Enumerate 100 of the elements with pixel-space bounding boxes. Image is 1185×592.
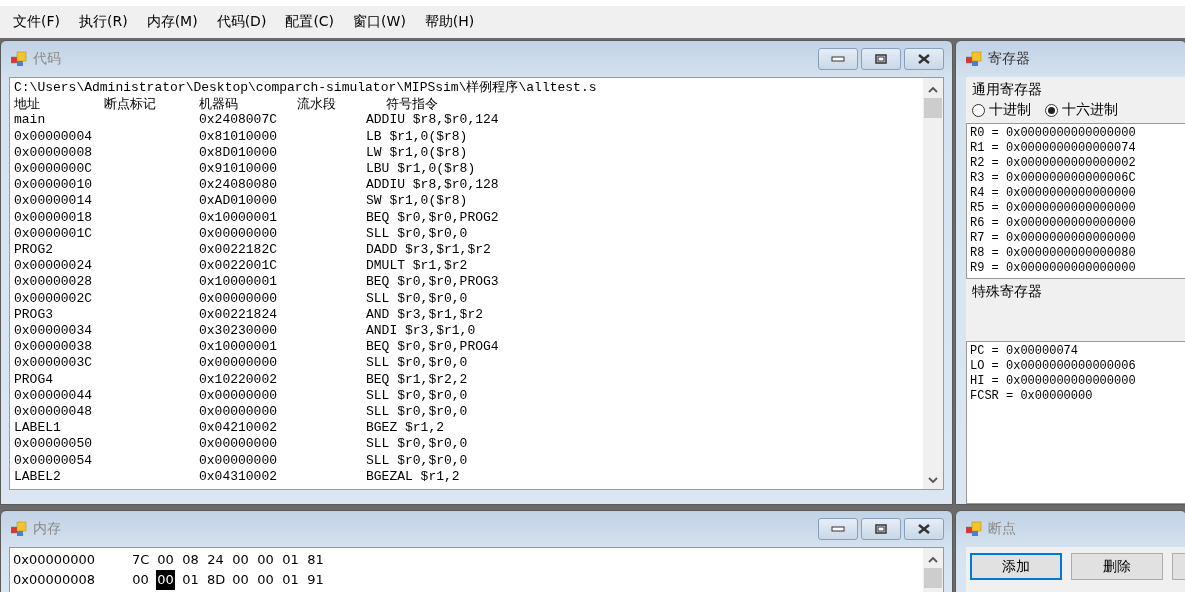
memory-byte[interactable]: 24 (206, 550, 225, 570)
menu-item[interactable]: 帮助(H) (417, 13, 487, 31)
close-button[interactable] (904, 48, 944, 70)
column-header: 断点标记 (104, 96, 157, 113)
breakpoint-button[interactable]: 删除 (1071, 553, 1163, 580)
memory-byte[interactable]: 00 (256, 570, 275, 590)
address-cell-text: 0x00000034 (14, 323, 93, 340)
address-cell-text: PROG3 (14, 306, 54, 324)
maximize-button[interactable] (861, 518, 901, 540)
maximize-button[interactable] (861, 48, 901, 70)
address-cell-text: LABEL1 (14, 420, 62, 437)
app-icon (11, 521, 27, 537)
instruction-cell-text: AND $r3,$r1,$r2 (366, 306, 485, 324)
instruction-cell-text: SLL $r0,$r0,0 (366, 225, 469, 243)
minimize-icon (831, 525, 845, 533)
scroll-thumb[interactable] (924, 568, 942, 588)
address-cell-text: 0x0000001C (14, 225, 93, 243)
memory-byte[interactable]: 08 (181, 550, 200, 570)
address-cell-text: 0x00000024 (14, 258, 93, 275)
scrollbar[interactable] (923, 548, 943, 592)
maximize-icon (875, 54, 887, 64)
memory-byte[interactable]: 7C (131, 550, 150, 570)
minimize-button[interactable] (818, 518, 858, 540)
memory-byte[interactable]: 01 (281, 570, 300, 590)
menu-item[interactable]: 内存(M) (139, 13, 210, 31)
memory-byte[interactable]: 00 (156, 570, 175, 590)
machine-code-cell-text: 0x00000000 (199, 436, 278, 453)
close-icon (917, 524, 931, 534)
memory-byte[interactable]: 00 (231, 570, 250, 590)
machine-code-cell-text: 0x04310002 (199, 468, 278, 486)
memory-byte[interactable]: 81 (306, 550, 325, 570)
address-cell-text: 0x00000038 (14, 339, 93, 356)
breakpoint-button[interactable]: 添加 (970, 553, 1062, 580)
memory-byte[interactable]: 00 (256, 550, 275, 570)
memory-address: 0x00000000 (13, 551, 97, 569)
maximize-icon (875, 524, 887, 534)
machine-code-cell-text: 0x00000000 (199, 290, 278, 307)
address-cell-text: 0x00000004 (14, 128, 93, 145)
register-value: LO = 0x0000000000000006 (970, 359, 1137, 374)
close-icon (917, 54, 931, 64)
register-value: R9 = 0x0000000000000000 (970, 261, 1137, 276)
column-header: 地址 (14, 96, 41, 113)
instruction-cell-text: LBU $r1,0($r8) (366, 161, 477, 178)
minimize-button[interactable] (818, 48, 858, 70)
memory-byte[interactable]: 01 (281, 550, 300, 570)
radio-button[interactable]: 十六进制 (1045, 101, 1118, 119)
address-cell-text: 0x00000010 (14, 177, 93, 194)
machine-code-cell-text: 0x00000000 (199, 355, 278, 372)
instruction-cell-text: LB $r1,0($r8) (366, 128, 469, 145)
register-value: HI = 0x0000000000000000 (970, 374, 1137, 389)
address-cell-text: 0x00000014 (14, 193, 93, 210)
instruction-cell-text: ADDIU $r8,$r0,124 (366, 112, 500, 129)
app-icon (11, 51, 27, 67)
memory-byte[interactable]: 01 (181, 570, 200, 590)
memory-byte[interactable]: 8D (206, 570, 225, 590)
machine-code-cell-text: 0x00000000 (199, 225, 278, 243)
machine-code-cell-text: 0x04210002 (199, 420, 278, 437)
chevron-up-icon[interactable] (928, 86, 938, 93)
address-cell-text: PROG2 (14, 242, 54, 259)
menu-item[interactable]: 配置(C) (278, 13, 347, 31)
instruction-cell-text: SLL $r0,$r0,0 (366, 436, 469, 453)
chevron-down-icon[interactable] (928, 477, 938, 484)
instruction-cell-text: BEQ $r0,$r0,PROG2 (366, 209, 500, 226)
memory-byte[interactable]: 00 (231, 550, 250, 570)
instruction-cell-text: BEQ $r0,$r0,PROG4 (366, 339, 500, 356)
address-cell-text: LABEL2 (14, 468, 62, 486)
window-title: 断点 (988, 520, 1017, 538)
close-button[interactable] (904, 518, 944, 540)
register-value: R7 = 0x0000000000000000 (970, 231, 1137, 246)
menu-item[interactable]: 窗口(W) (346, 13, 418, 31)
memory-byte[interactable]: 91 (306, 570, 325, 590)
machine-code-cell-text: 0x8D010000 (199, 144, 278, 161)
address-cell-text: 0x00000048 (14, 404, 93, 421)
machine-code-cell-text: 0x00000000 (199, 404, 278, 421)
machine-code-cell-text: 0x91010000 (199, 161, 278, 178)
instruction-cell-text: ANDI $r3,$r1,0 (366, 323, 477, 340)
chevron-up-icon[interactable] (928, 556, 938, 563)
scroll-thumb[interactable] (924, 98, 942, 118)
window-title: 寄存器 (988, 50, 1031, 68)
file-path: C:\Users\Administrator\Desktop\comparch-simulator\MIPSsim\样例程序\alltest.s (14, 80, 598, 97)
radio-button[interactable]: 十进制 (972, 101, 1031, 119)
register-value: FCSR = 0x00000000 (970, 389, 1094, 404)
instruction-cell-text: BEQ $r0,$r0,PROG3 (366, 274, 500, 291)
address-cell-text: 0x0000003C (14, 355, 93, 372)
address-cell-text: 0x00000018 (14, 209, 93, 226)
menu-item[interactable]: 执行(R) (72, 13, 140, 31)
column-header: 符号指令 (385, 96, 439, 113)
menu-item[interactable]: 代码(D) (209, 13, 279, 31)
register-value: R5 = 0x0000000000000000 (970, 201, 1137, 216)
address-cell-text: 0x00000054 (14, 452, 93, 469)
instruction-cell-text: SLL $r0,$r0,0 (366, 355, 469, 372)
memory-byte[interactable]: 00 (131, 570, 150, 590)
machine-code-cell-text: 0x10000001 (199, 274, 278, 291)
memory-byte[interactable]: 00 (156, 550, 175, 570)
app-icon (966, 51, 982, 67)
address-cell-text: 0x00000050 (14, 436, 93, 453)
address-cell-text: 0x0000002C (14, 290, 93, 307)
scrollbar[interactable] (923, 78, 943, 489)
menu-item[interactable]: 文件(F) (6, 13, 72, 31)
instruction-cell-text: LW $r1,0($r8) (366, 144, 469, 161)
